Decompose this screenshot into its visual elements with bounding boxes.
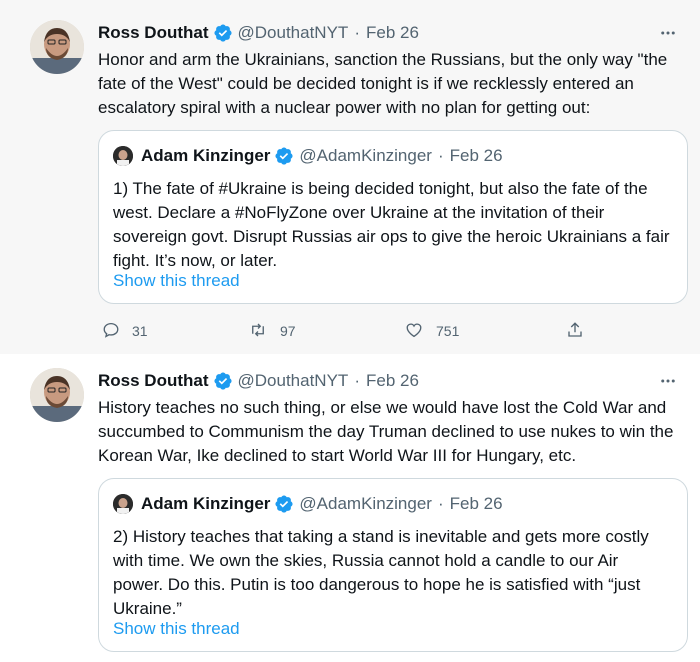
author-name[interactable]: Ross Douthat [98,23,209,43]
tweet-header: Ross Douthat @DouthatNYT · Feb 26 [98,370,419,392]
quote-avatar [113,146,133,166]
tweet[interactable]: Ross Douthat @DouthatNYT · Feb 26 Honor … [0,0,700,354]
verified-badge-icon [274,494,294,514]
more-icon[interactable] [658,371,678,391]
verified-badge-icon [274,146,294,166]
tweet[interactable]: Ross Douthat @DouthatNYT · Feb 26 Histor… [0,354,700,662]
like-icon [404,321,424,342]
verified-badge-icon [213,23,233,43]
reply-count: 31 [132,323,148,339]
quoted-tweet[interactable]: Adam Kinzinger @AdamKinzinger · Feb 26 2… [98,478,688,652]
verified-badge-icon [213,371,233,391]
quote-text: 1) The fate of #Ukraine is being decided… [113,179,670,270]
tweet-header: Ross Douthat @DouthatNYT · Feb 26 [98,22,419,44]
timeline: Ross Douthat @DouthatNYT · Feb 26 Honor … [0,0,700,662]
avatar[interactable] [30,368,84,422]
quote-date: Feb 26 [449,494,503,513]
separator: · [437,146,444,165]
quote-author-handle: @AdamKinzinger [299,146,432,165]
tweet-actions: 31 97 751 [98,320,598,342]
quote-date: Feb 26 [449,146,503,165]
quote-header: Adam Kinzinger @AdamKinzinger · Feb 26 [113,145,503,167]
author-handle[interactable]: @DouthatNYT [238,23,349,43]
like-button[interactable]: 751 [404,321,459,342]
retweet-count: 97 [280,323,296,339]
reply-icon [102,321,120,342]
avatar[interactable] [30,20,84,74]
tweet-text: Honor and arm the Ukrainians, sanction t… [98,50,668,117]
show-thread-link[interactable]: Show this thread [113,271,240,291]
show-thread-link[interactable]: Show this thread [113,619,240,639]
separator: · [437,494,444,513]
like-count: 751 [436,323,460,339]
share-button[interactable] [566,320,584,343]
quote-author-handle: @AdamKinzinger [299,494,432,513]
quoted-tweet[interactable]: Adam Kinzinger @AdamKinzinger · Feb 26 1… [98,130,688,304]
retweet-icon [248,321,268,342]
author-name[interactable]: Ross Douthat [98,371,209,391]
share-icon [566,320,584,343]
quote-header: Adam Kinzinger @AdamKinzinger · Feb 26 [113,493,503,515]
quote-text: 2) History teaches that taking a stand i… [113,527,649,618]
tweet-text: History teaches no such thing, or else w… [98,398,674,465]
more-icon[interactable] [658,23,678,43]
separator: · [354,371,360,390]
quote-author-name: Adam Kinzinger [141,146,271,165]
retweet-button[interactable]: 97 [248,321,296,342]
reply-button[interactable]: 31 [102,321,148,342]
quote-avatar [113,494,133,514]
tweet-date[interactable]: Feb 26 [366,23,419,43]
separator: · [354,23,360,42]
quote-author-name: Adam Kinzinger [141,494,271,513]
author-handle[interactable]: @DouthatNYT [238,371,349,391]
tweet-date[interactable]: Feb 26 [366,371,419,391]
